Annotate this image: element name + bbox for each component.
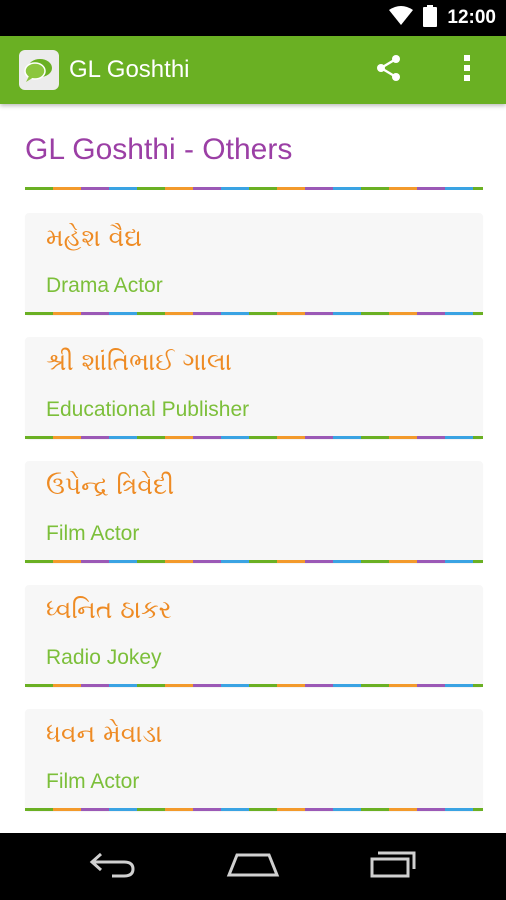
- list-item[interactable]: ઉપેન્દ્ર ત્રિવેદી Film Actor: [25, 461, 483, 563]
- title-divider: [25, 187, 483, 190]
- back-button[interactable]: [78, 843, 148, 889]
- item-role: Educational Publisher: [46, 398, 250, 421]
- item-divider: [25, 312, 483, 315]
- overflow-menu-icon: [463, 54, 471, 86]
- status-time: 12:00: [447, 7, 496, 28]
- item-divider: [25, 684, 483, 687]
- recents-icon: [368, 849, 418, 883]
- list-item[interactable]: મહેશ વૈદ્ય Drama Actor: [25, 213, 483, 315]
- item-name: મહેશ વૈદ્ય: [46, 223, 142, 252]
- item-name: ધવન મેવાડા: [46, 719, 163, 748]
- item-name: ઉપેન્દ્ર ત્રિવેદી: [46, 471, 175, 500]
- item-role: Film Actor: [46, 522, 140, 545]
- list-item[interactable]: ધવન મેવાડા Film Actor: [25, 709, 483, 811]
- share-button[interactable]: [371, 54, 407, 86]
- battery-icon: [423, 5, 438, 31]
- status-icons: 12:00: [389, 0, 496, 36]
- overflow-menu-button[interactable]: [452, 54, 482, 86]
- item-divider: [25, 436, 483, 439]
- speech-bubble-logo-icon: [19, 50, 59, 90]
- item-name: ધ્વનિત ઠાકર: [46, 595, 172, 624]
- item-name: શ્રી શાંતિભાઈ ગાલા: [46, 347, 232, 376]
- list-item[interactable]: ધ્વનિત ઠાકર Radio Jokey: [25, 585, 483, 687]
- wifi-icon: [389, 6, 414, 30]
- page-title: GL Goshthi - Others: [25, 133, 293, 166]
- recents-button[interactable]: [358, 843, 428, 889]
- people-list: મહેશ વૈદ્ય Drama Actor શ્રી શાંતિભાઈ ગાલ…: [25, 213, 483, 833]
- item-role: Drama Actor: [46, 274, 163, 297]
- app-title: GL Goshthi: [69, 56, 190, 83]
- item-divider: [25, 808, 483, 811]
- share-icon: [375, 54, 403, 86]
- item-role: Film Actor: [46, 770, 140, 793]
- item-role: Radio Jokey: [46, 646, 162, 669]
- status-bar: 12:00: [0, 0, 506, 36]
- home-icon: [225, 849, 281, 883]
- back-icon: [88, 849, 138, 883]
- app-bar: GL Goshthi: [0, 36, 506, 104]
- list-item[interactable]: શ્રી શાંતિભાઈ ગાલા Educational Publisher: [25, 337, 483, 439]
- home-button[interactable]: [218, 843, 288, 889]
- navigation-bar: [0, 833, 506, 900]
- item-divider: [25, 560, 483, 563]
